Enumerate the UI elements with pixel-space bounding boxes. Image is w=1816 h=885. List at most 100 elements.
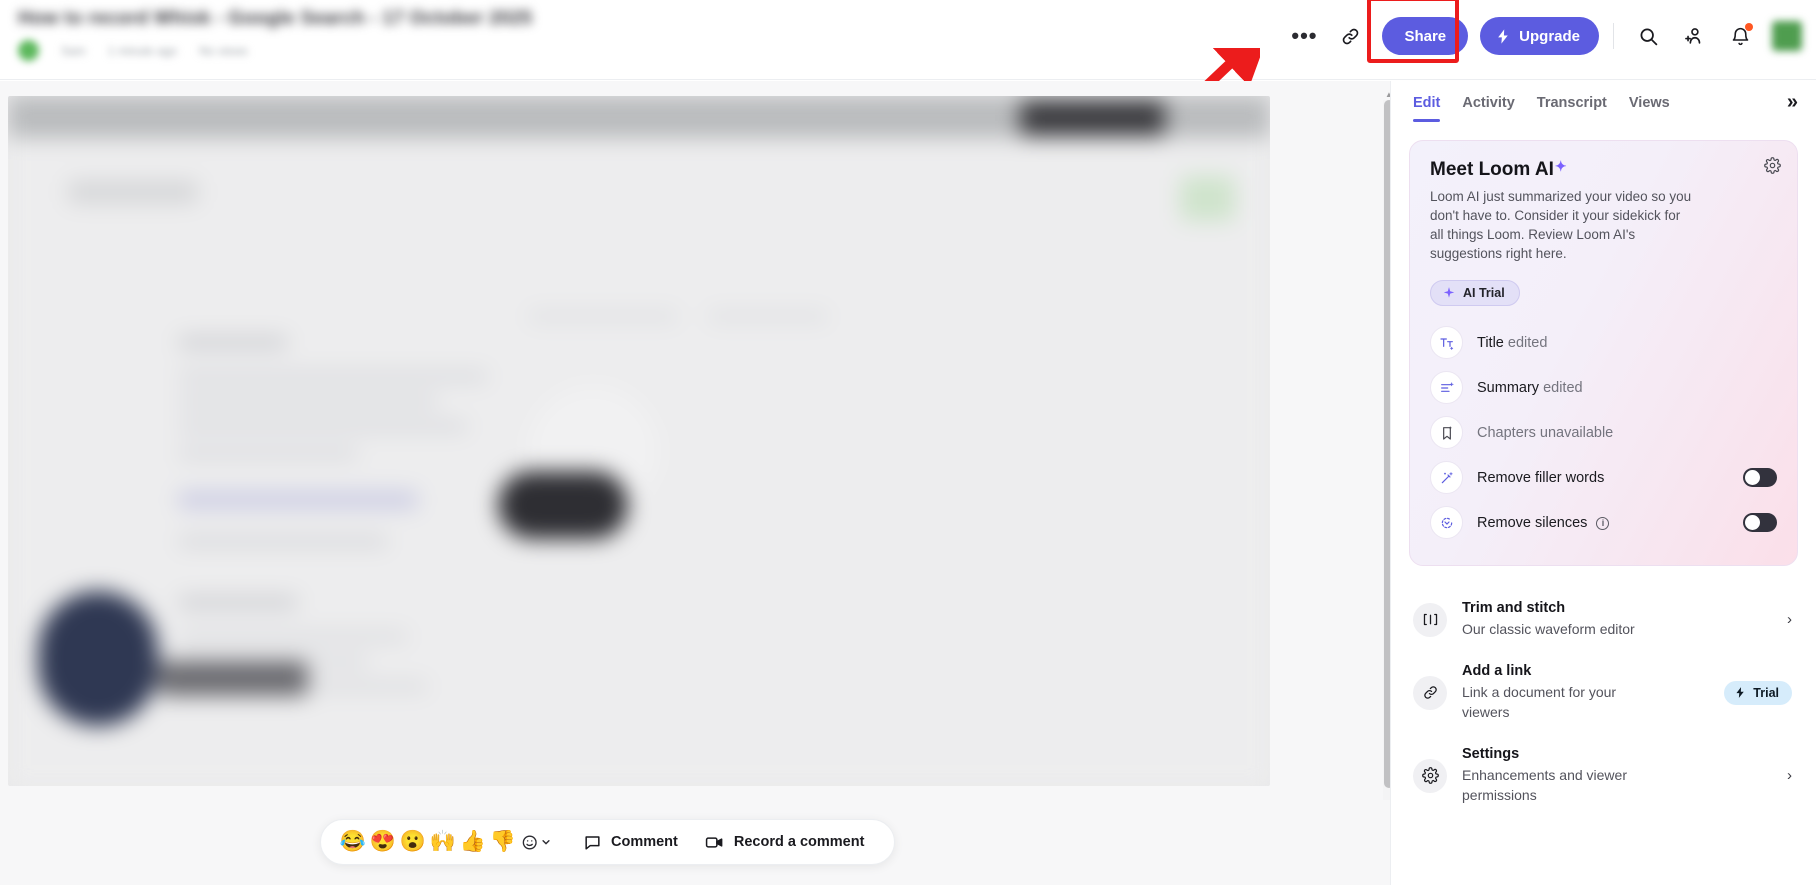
ai-row-chapters-name: Chapters xyxy=(1477,424,1536,441)
ai-settings-button[interactable] xyxy=(1764,157,1781,179)
reaction-laughing[interactable]: 😂 xyxy=(339,825,367,859)
ai-row-remove-silences: Remove silences i xyxy=(1430,500,1777,545)
page-title: How to record Whisk - Google Search - 17… xyxy=(18,8,533,29)
list-item-add-a-link[interactable]: Add a link Link a document for your view… xyxy=(1409,651,1798,734)
ai-row-chapters: Chapters unavailable xyxy=(1430,410,1777,455)
ai-trial-label: AI Trial xyxy=(1463,286,1505,300)
view-count: No views xyxy=(199,43,248,58)
list-item-settings[interactable]: Settings Enhancements and viewer permiss… xyxy=(1409,734,1798,817)
remove-silences-icon xyxy=(1430,506,1463,539)
add-a-link-subtitle: Link a document for your viewers xyxy=(1462,684,1617,720)
notifications-button[interactable] xyxy=(1720,16,1760,56)
tab-edit[interactable]: Edit xyxy=(1413,95,1441,122)
meet-loom-ai-card: Meet Loom AI ✦ Loom AI just summarized y… xyxy=(1409,140,1798,566)
lightning-bolt-icon xyxy=(1498,28,1508,44)
gear-icon xyxy=(1764,157,1781,174)
bookmark-glyph xyxy=(1442,426,1451,440)
ai-row-chapters-label: Chapters unavailable xyxy=(1477,425,1777,441)
tab-transcript[interactable]: Transcript xyxy=(1537,95,1607,122)
ai-card-title: Meet Loom AI xyxy=(1430,159,1554,180)
invite-people-button[interactable] xyxy=(1674,16,1714,56)
ai-row-summary[interactable]: Summary edited xyxy=(1430,365,1777,410)
trim-glyph xyxy=(1423,613,1437,626)
copy-link-button[interactable] xyxy=(1330,16,1370,56)
more-options-button[interactable]: ••• xyxy=(1284,16,1324,56)
ai-trial-badge[interactable]: AI Trial xyxy=(1430,280,1520,306)
settings-subtitle: Enhancements and viewer permissions xyxy=(1462,767,1627,803)
reaction-bar: 😂 😍 😮 🙌 👍 👎 Comment Record a comment xyxy=(320,819,896,865)
silence-glyph xyxy=(1441,517,1452,528)
reaction-raised-hands[interactable]: 🙌 xyxy=(429,825,457,859)
right-sidebar: Edit Activity Transcript Views » Meet Lo… xyxy=(1390,81,1816,885)
ai-card-title-row: Meet Loom AI ✦ xyxy=(1430,159,1777,181)
remove-silences-toggle[interactable] xyxy=(1743,513,1777,532)
search-icon xyxy=(1640,28,1657,45)
ai-row-chapters-status: unavailable xyxy=(1539,424,1614,441)
title-ai-icon xyxy=(1430,326,1463,359)
video-stage: ▲ 😂 😍 😮 🙌 👍 👎 Comment Record a comment xyxy=(0,81,1395,885)
summary-glyph xyxy=(1440,382,1453,392)
record-comment-label: Record a comment xyxy=(733,834,865,850)
title-glyph xyxy=(1439,337,1453,350)
link-icon xyxy=(1413,675,1447,710)
toggle-knob xyxy=(1745,470,1760,485)
more-reactions-button[interactable] xyxy=(521,833,551,852)
ai-card-description: Loom AI just summarized your video so yo… xyxy=(1430,189,1692,261)
ai-suggestion-rows: Title edited Summary edited Chapters una… xyxy=(1430,320,1777,545)
remove-filler-words-toggle[interactable] xyxy=(1743,468,1777,487)
reaction-surprised[interactable]: 😮 xyxy=(399,825,427,859)
tab-activity[interactable]: Activity xyxy=(1462,95,1514,122)
info-icon[interactable]: i xyxy=(1596,516,1610,530)
ai-row-title-name: Title xyxy=(1477,334,1504,351)
notification-badge-dot xyxy=(1745,23,1753,31)
search-button[interactable] xyxy=(1628,16,1668,56)
upgrade-label: Upgrade xyxy=(1519,27,1580,45)
record-comment-button[interactable]: Record a comment xyxy=(692,827,877,858)
comment-label: Comment xyxy=(611,834,678,850)
share-button[interactable]: Share xyxy=(1382,17,1469,55)
trim-and-stitch-subtitle: Our classic waveform editor xyxy=(1462,621,1635,637)
lightning-bolt-icon xyxy=(1736,687,1745,698)
chevron-right-icon: › xyxy=(1787,611,1792,628)
trial-badge[interactable]: Trial xyxy=(1724,680,1792,705)
summary-ai-icon xyxy=(1430,371,1463,404)
title-block: How to record Whisk - Google Search - 17… xyxy=(18,8,658,61)
comment-button[interactable]: Comment xyxy=(571,827,690,858)
ellipsis-icon: ••• xyxy=(1291,23,1318,48)
toggle-knob xyxy=(1745,515,1760,530)
toolbar-divider xyxy=(1613,23,1614,49)
trim-stitch-icon xyxy=(1413,602,1447,637)
owner-name: Sam xyxy=(61,43,86,58)
wand-glyph xyxy=(1441,471,1453,483)
chevron-down-icon xyxy=(542,840,550,845)
owner-avatar xyxy=(18,40,39,61)
ai-row-summary-status: edited xyxy=(1543,379,1583,396)
sidebar-tabs: Edit Activity Transcript Views » xyxy=(1391,81,1816,123)
ai-row-title-status: edited xyxy=(1507,334,1548,351)
invite-people-icon xyxy=(1685,28,1701,44)
chapters-ai-icon xyxy=(1430,416,1463,449)
reaction-heart-eyes[interactable]: 😍 xyxy=(369,825,397,859)
video-player[interactable] xyxy=(8,96,1270,786)
tab-views[interactable]: Views xyxy=(1629,95,1670,122)
trim-and-stitch-title: Trim and stitch xyxy=(1462,600,1566,616)
list-item-trim-and-stitch[interactable]: Trim and stitch Our classic waveform edi… xyxy=(1409,588,1798,651)
upgrade-button[interactable]: Upgrade xyxy=(1480,17,1599,55)
top-actions: ••• Share Upgrade xyxy=(1284,0,1802,63)
gear-icon xyxy=(1413,758,1447,793)
ai-row-summary-name: Summary xyxy=(1477,379,1540,396)
list-item-text: Add a link Link a document for your view… xyxy=(1462,663,1709,722)
magic-wand-icon xyxy=(1430,461,1463,494)
settings-title: Settings xyxy=(1462,746,1520,762)
reaction-thumbs-up[interactable]: 👍 xyxy=(459,825,487,859)
comment-bubble-icon xyxy=(585,835,600,850)
reaction-thumbs-down[interactable]: 👎 xyxy=(489,825,517,859)
smiley-plus-icon xyxy=(522,834,537,850)
collapse-panel-button[interactable]: » xyxy=(1787,91,1798,113)
ai-row-title[interactable]: Title edited xyxy=(1430,320,1777,365)
remove-filler-words-label: Remove filler words xyxy=(1477,469,1605,486)
link-icon xyxy=(1342,28,1359,44)
ai-row-title-label: Title edited xyxy=(1477,335,1777,351)
link-glyph xyxy=(1423,686,1437,699)
user-avatar[interactable] xyxy=(1772,21,1802,51)
